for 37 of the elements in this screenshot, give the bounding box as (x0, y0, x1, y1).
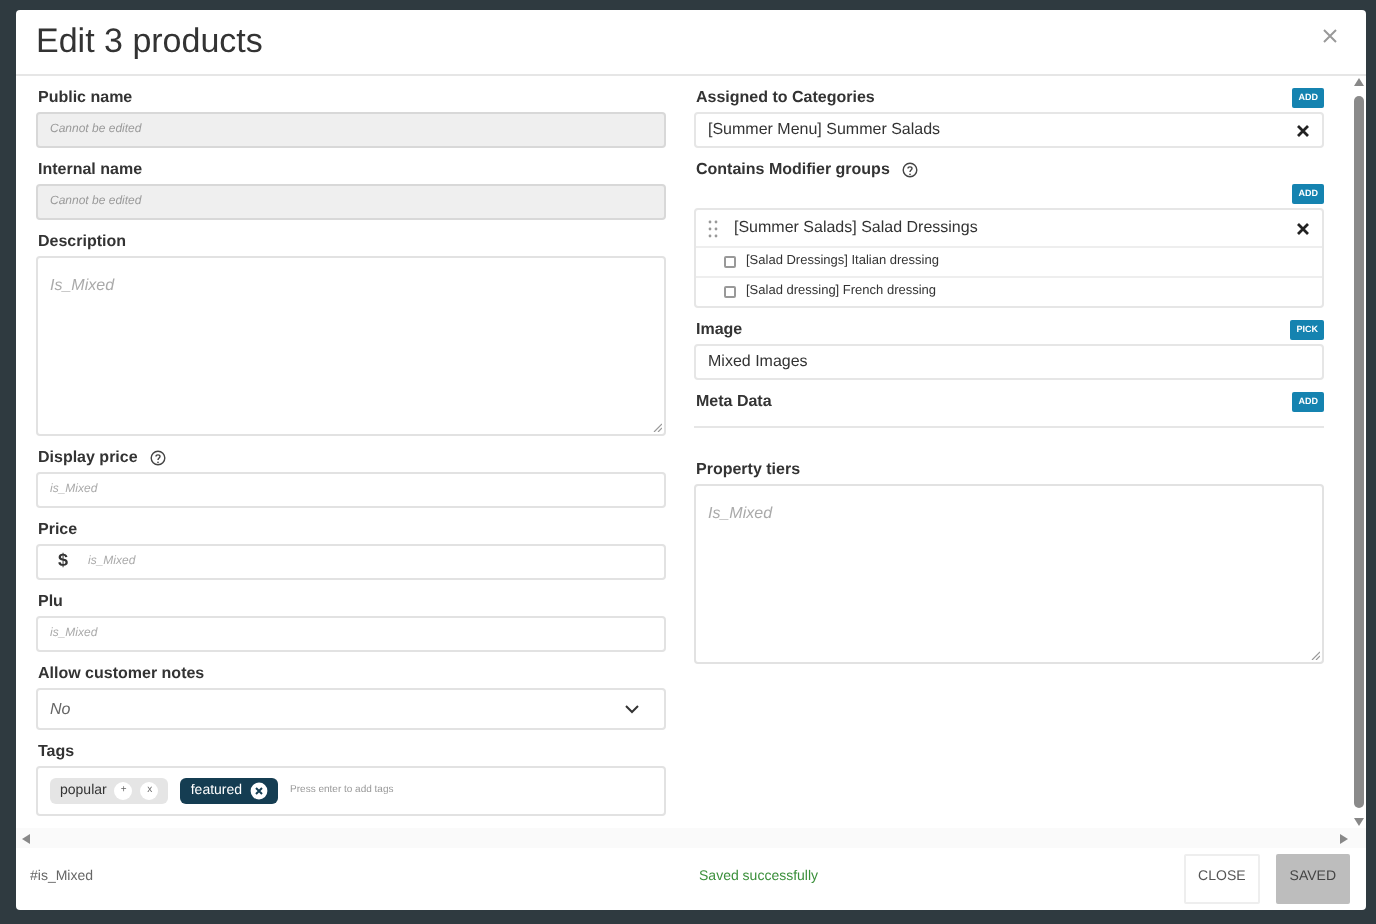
drag-handle-icon[interactable] (708, 219, 718, 237)
field-label: Price (38, 520, 78, 540)
resize-handle-icon[interactable] (652, 422, 662, 432)
group-name: [Summer Salads] Salad Dressings (734, 216, 978, 240)
horizontal-scrollbar[interactable] (16, 828, 1366, 848)
select-dropdown[interactable]: No (36, 688, 666, 730)
scroll-up-icon[interactable] (1351, 76, 1365, 88)
remove-icon[interactable] (250, 782, 269, 800)
field-label: Image (696, 320, 743, 340)
field-label: Public name (38, 88, 133, 108)
field-label: Tags (38, 742, 75, 762)
currency-symbol: $ (58, 548, 69, 575)
checkbox[interactable] (724, 286, 736, 298)
help-icon (901, 162, 918, 178)
scroll-left-icon[interactable] (20, 831, 32, 845)
property-tiers-field[interactable]: Is_Mixed (694, 484, 1324, 664)
modal-title: Edit 3 products (36, 20, 263, 64)
description-field[interactable]: Is_Mixed (36, 256, 666, 436)
item-text: [Summer Menu] Summer Salads (708, 118, 941, 142)
field-label: Contains Modifier groups (696, 160, 890, 180)
field-label: Assigned to Categories (696, 88, 875, 108)
chevron-down-icon (624, 704, 640, 714)
item-text: Mixed Images (708, 350, 808, 374)
field-label: Description (38, 232, 127, 252)
checkbox[interactable] (724, 256, 736, 268)
scroll-right-icon[interactable] (1338, 831, 1350, 845)
vertical-scrollbar[interactable] (1350, 76, 1366, 828)
field-label: Internal name (38, 160, 143, 180)
help-icon (149, 450, 166, 466)
remove-icon[interactable] (1296, 123, 1310, 137)
field-label: Allow customer notes (38, 664, 205, 684)
remove-icon[interactable] (1296, 221, 1310, 235)
resize-handle-icon[interactable] (1310, 650, 1320, 660)
field-label: Meta Data (696, 392, 772, 412)
field-label: Display price (38, 448, 138, 468)
field-label: Property tiers (696, 460, 801, 480)
field-label: Plu (38, 592, 63, 612)
